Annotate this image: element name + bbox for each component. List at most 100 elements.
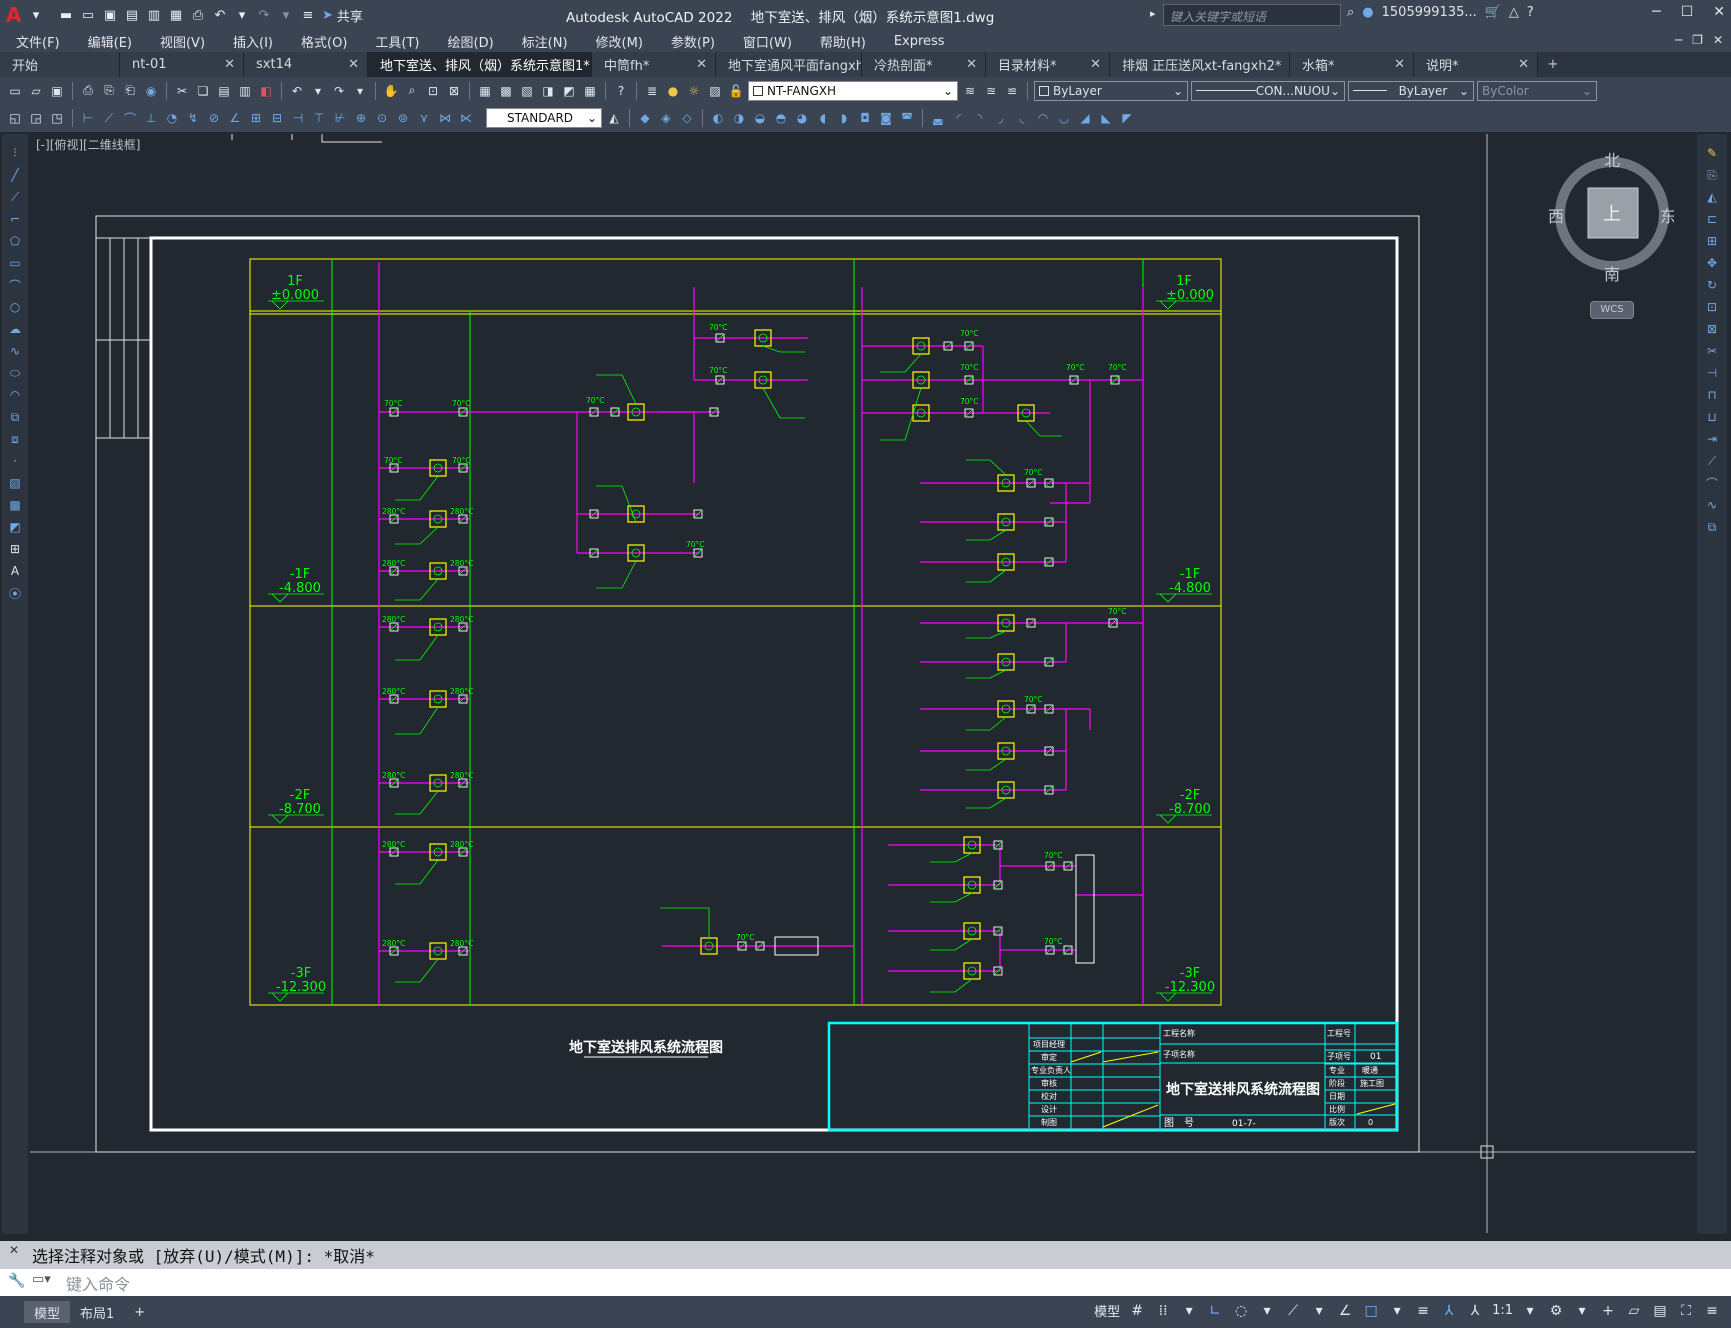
cut-icon[interactable]: ✂ — [173, 82, 191, 100]
redo-icon[interactable]: ↷ — [256, 7, 272, 23]
mtext-icon[interactable]: A — [6, 562, 24, 580]
plot-icon[interactable]: ⎙ — [79, 82, 97, 100]
zoom-realtime-icon[interactable]: ⌕ — [403, 82, 421, 100]
plot-preview-icon[interactable]: ⎘ — [100, 82, 118, 100]
copy-icon[interactable]: ⎘ — [1703, 166, 1721, 184]
table-icon[interactable]: ⊞ — [6, 540, 24, 558]
lineweight-dropdown[interactable]: ByLayer ⌄ — [1348, 80, 1474, 101]
blend-curves-icon[interactable]: ∿ — [1703, 496, 1721, 514]
tab-section[interactable]: 冷热剖面* ✕ — [862, 52, 986, 77]
compass-south[interactable]: 南 — [1604, 265, 1620, 284]
redo-icon[interactable]: ↷ — [330, 82, 348, 100]
customize-wrench-icon[interactable]: 🔧 — [8, 1273, 25, 1289]
match-properties-icon[interactable]: ▥ — [236, 82, 254, 100]
menu-file[interactable]: 文件(F) — [16, 32, 60, 51]
undo-icon[interactable]: ↶ — [212, 7, 228, 23]
inspect-icon[interactable]: ⊚ — [394, 109, 412, 127]
redo-dropdown-icon[interactable]: ▾ — [278, 7, 294, 23]
polar-dd-icon[interactable]: ▾ — [1258, 1303, 1276, 1319]
edit-array-icon[interactable]: ◡ — [1055, 109, 1073, 127]
blend-icon[interactable]: ◝ — [971, 109, 989, 127]
new-icon[interactable]: ▭ — [6, 82, 24, 100]
layer-state-icon[interactable]: ≌ — [1003, 82, 1021, 100]
layer-dropdown[interactable]: NT-FANGXH ⌄ — [748, 80, 958, 101]
gradient-icon[interactable]: ▩ — [6, 496, 24, 514]
arc-icon[interactable]: ⌒ — [6, 276, 24, 294]
chamfer-icon[interactable]: ⟋ — [1703, 452, 1721, 470]
tab-close-icon[interactable]: ✕ — [348, 57, 359, 72]
break-icon[interactable]: ⊔ — [1703, 408, 1721, 426]
jogged-linear-icon[interactable]: ⋎ — [415, 109, 433, 127]
search-icon[interactable]: ⌕ — [1347, 5, 1354, 20]
tab-sxt14[interactable]: sxt14 ✕ — [244, 52, 368, 77]
workspace-dd-icon[interactable]: ▾ — [1573, 1303, 1591, 1319]
explode-icon[interactable]: ⧉ — [1703, 518, 1721, 536]
open-icon[interactable]: ▭ — [80, 7, 96, 23]
cart-icon[interactable]: 🛒 — [1485, 5, 1501, 20]
menu-modify[interactable]: 修改(M) — [596, 32, 643, 51]
wcs-menu[interactable]: WCS — [1590, 301, 1634, 319]
toolbar-grip-icon[interactable]: ⋮ — [6, 144, 24, 162]
menu-draw[interactable]: 绘图(D) — [448, 32, 494, 51]
erase-icon[interactable]: ✎ — [1703, 144, 1721, 162]
polar-icon[interactable]: ◌ — [1232, 1303, 1250, 1319]
fillet-icon[interactable]: ⌒ — [1703, 474, 1721, 492]
menu-insert[interactable]: 插入(I) — [233, 32, 273, 51]
snap-dd-icon[interactable]: ▾ — [1180, 1303, 1198, 1319]
undo-dd-icon[interactable]: ▾ — [309, 82, 327, 100]
dim-style-icon[interactable]: ◱ — [6, 109, 24, 127]
web-save-icon[interactable]: ▦ — [168, 7, 184, 23]
ellipse-icon[interactable]: ⬭ — [6, 364, 24, 382]
markup-icon[interactable]: ◩ — [560, 82, 578, 100]
tab-nt01[interactable]: nt-01 ✕ — [120, 52, 244, 77]
snap-icon[interactable]: ⁞⁞ — [1154, 1303, 1172, 1319]
move-icon[interactable]: ✥ — [1703, 254, 1721, 272]
tab-notes[interactable]: 说明* ✕ — [1414, 52, 1538, 77]
dim-text-edit-icon[interactable]: ⋉ — [457, 109, 475, 127]
tab-close-icon[interactable]: ✕ — [696, 57, 707, 72]
line-icon[interactable]: ╱ — [6, 166, 24, 184]
doc-close-icon[interactable]: ✕ — [1713, 33, 1723, 47]
undo-icon[interactable]: ↶ — [288, 82, 306, 100]
dim-update-icon[interactable]: ◲ — [27, 109, 45, 127]
lineweight-icon[interactable]: ≡ — [1414, 1303, 1432, 1319]
compass-east[interactable]: 东 — [1660, 207, 1674, 226]
menu-express[interactable]: Express — [894, 34, 945, 49]
tab-smoke-exhaust[interactable]: 排烟 正压送风xt-fangxh2*✕ — [1110, 52, 1290, 77]
break-at-point-icon[interactable]: ⊓ — [1703, 386, 1721, 404]
layer-lock-icon[interactable]: 🔓 — [727, 82, 745, 100]
save-icon[interactable]: ▣ — [48, 82, 66, 100]
menu-format[interactable]: 格式(O) — [301, 32, 347, 51]
search-expand-icon[interactable]: ▸ — [1150, 7, 1156, 20]
array-icon[interactable]: ◑ — [730, 109, 748, 127]
save-icon[interactable]: ▣ — [102, 7, 118, 23]
aligned-dim-icon[interactable]: ⟋ — [100, 109, 118, 127]
share-button[interactable]: ➤ 共享 — [322, 6, 363, 25]
plotstyle-dropdown[interactable]: ByColor ⌄ — [1477, 80, 1597, 101]
close-icon[interactable]: ✕ — [1713, 4, 1725, 20]
tab-ventilation-plan[interactable]: 地下室通风平面fangxh3*✕ — [716, 52, 862, 77]
isodraft-icon[interactable]: ⟋ — [1284, 1303, 1302, 1319]
extend-icon[interactable]: ◗ — [835, 109, 853, 127]
annotation-scale[interactable]: 1:1 — [1492, 1303, 1513, 1318]
text-style-dropdown[interactable]: STANDARD ⌄ — [486, 108, 602, 128]
edit-polyline-icon[interactable]: ◞ — [992, 109, 1010, 127]
explode-icon[interactable]: ◜ — [950, 109, 968, 127]
menu-tools[interactable]: 工具(T) — [375, 32, 419, 51]
polygon-icon[interactable]: ⬠ — [6, 232, 24, 250]
quick-properties-icon[interactable]: ▤ — [1651, 1303, 1669, 1319]
help-icon[interactable]: ? — [612, 82, 630, 100]
drawing-canvas[interactable]: 1F ±0.000 -1F -4.800 -2F -8.700 -3F -12.… — [30, 134, 1695, 1233]
drawing-viewport[interactable]: [-][俯视][二维线框] 1F ±0.000 -1F -4.800 -2F -… — [30, 134, 1695, 1233]
point-icon[interactable]: · — [6, 452, 24, 470]
tab-close-icon[interactable]: ✕ — [224, 57, 235, 72]
quick-select-icon[interactable]: ◣ — [1097, 109, 1115, 127]
linetype-dropdown[interactable]: CON...NUOU ⌄ — [1191, 80, 1345, 101]
offset-icon[interactable]: ◐ — [709, 109, 727, 127]
ortho-icon[interactable]: ∟ — [1206, 1303, 1224, 1319]
center-mark-icon[interactable]: ⊙ — [373, 109, 391, 127]
quick-dim-icon[interactable]: ⊞ — [247, 109, 265, 127]
angular-icon[interactable]: ∠ — [226, 109, 244, 127]
stretch-icon[interactable]: ◕ — [793, 109, 811, 127]
design-center-icon[interactable]: ▩ — [497, 82, 515, 100]
